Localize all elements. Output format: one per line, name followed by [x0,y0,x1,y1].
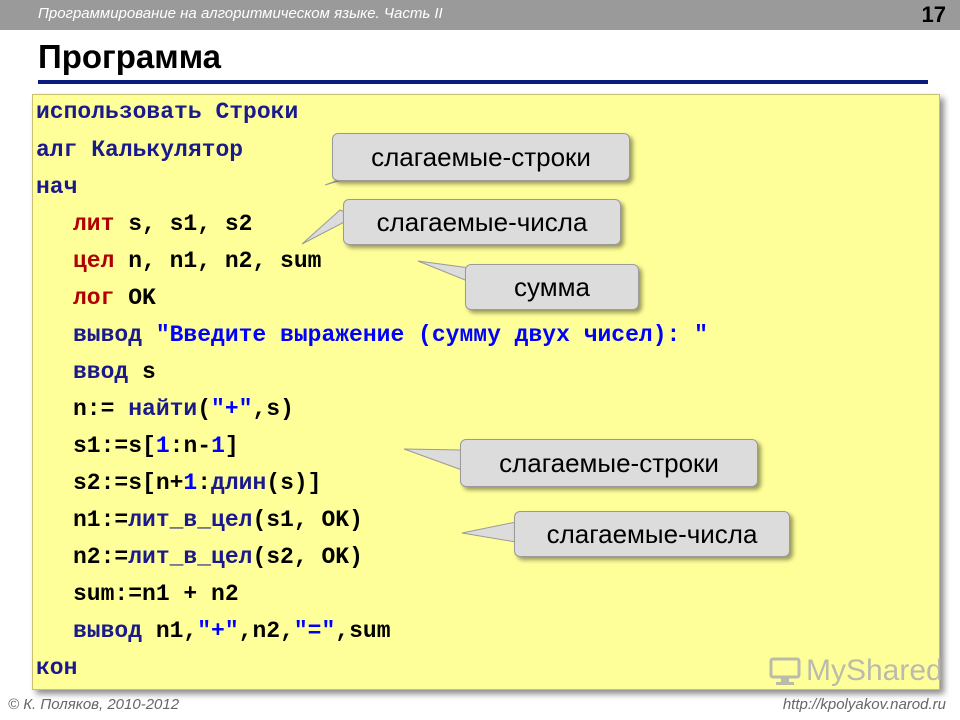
callout-sum: сумма [465,264,639,310]
watermark: MyShared [768,654,943,688]
callout-string-terms: слагаемые-строки [332,133,630,181]
watermark-icon [769,657,801,685]
callout-number-terms-2: слагаемые-числа [514,511,790,557]
callout-pointers [301,171,517,543]
footer-copyright: © К. Поляков, 2010-2012 [8,696,180,713]
callout-number-terms: слагаемые-числа [343,199,621,245]
watermark-text: MyShared [806,654,943,687]
callout-string-terms-2: слагаемые-строки [460,439,758,487]
footer-link[interactable]: http://kpolyakov.narod.ru [783,696,946,713]
